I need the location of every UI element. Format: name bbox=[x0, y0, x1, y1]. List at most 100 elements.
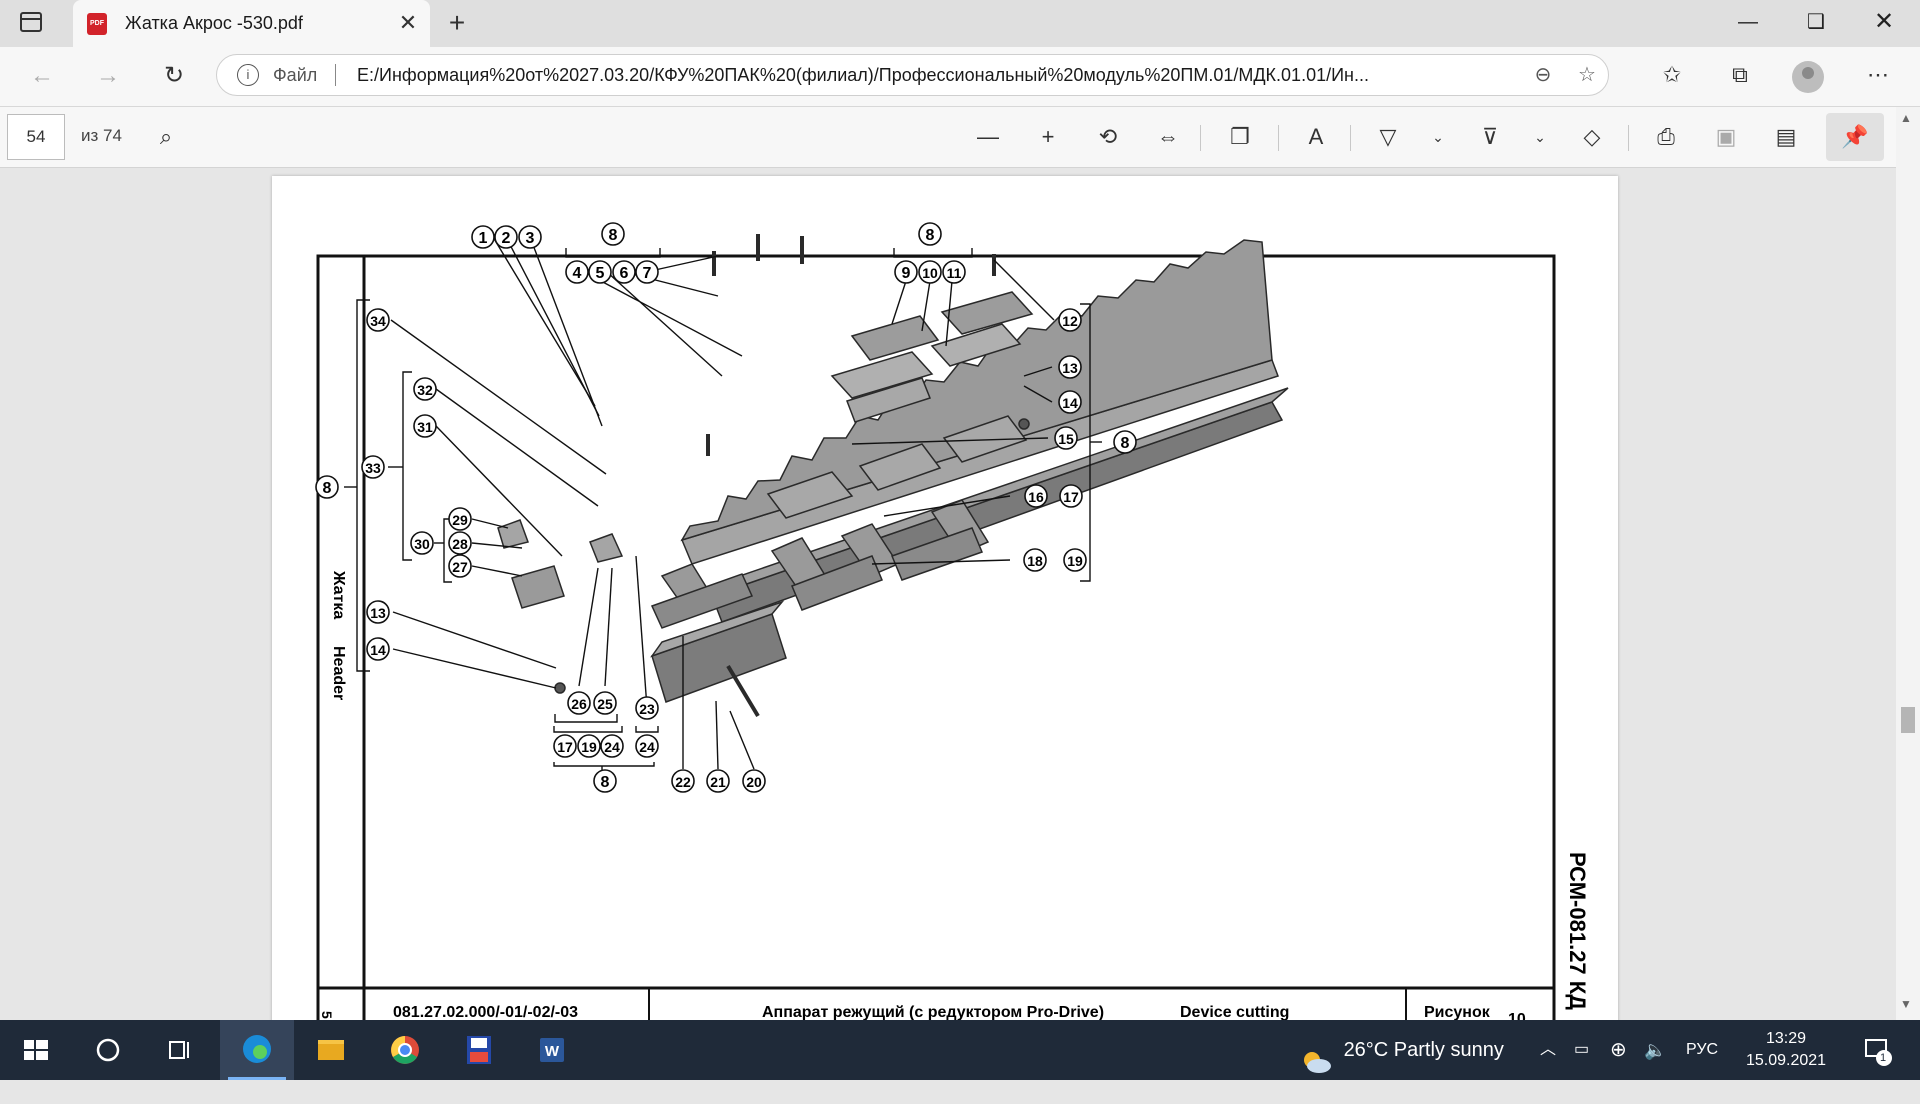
callout-34: 34 bbox=[366, 308, 390, 332]
tab-strip: PDF Жатка Акрос -530.pdf ✕ + — ❑ ✕ bbox=[0, 0, 1920, 47]
cortana-circle-icon bbox=[96, 1038, 120, 1062]
fit-width-icon[interactable]: ⇔ bbox=[1148, 117, 1188, 157]
floppy-taskbar-app[interactable] bbox=[442, 1020, 516, 1080]
scrollbar-thumb[interactable] bbox=[1901, 707, 1915, 733]
close-window-button[interactable]: ✕ bbox=[1852, 0, 1916, 47]
svg-text:34: 34 bbox=[370, 313, 386, 329]
svg-text:5: 5 bbox=[596, 265, 605, 282]
clock-time: 13:29 bbox=[1765, 1030, 1807, 1047]
svg-text:27: 27 bbox=[452, 559, 468, 575]
edge-taskbar-app[interactable] bbox=[220, 1020, 294, 1080]
save-icon[interactable]: ▣ bbox=[1706, 117, 1746, 157]
rotate-icon[interactable]: ⟲ bbox=[1088, 117, 1128, 157]
search-taskbar-button[interactable] bbox=[72, 1020, 146, 1080]
svg-text:8: 8 bbox=[926, 227, 935, 244]
svg-text:14: 14 bbox=[370, 642, 386, 658]
close-tab-icon[interactable]: ✕ bbox=[393, 8, 423, 38]
scroll-up-icon[interactable]: ▲ bbox=[1900, 111, 1912, 125]
svg-text:8: 8 bbox=[323, 480, 332, 497]
collections-icon[interactable]: ⧉ bbox=[1720, 55, 1760, 95]
svg-text:30: 30 bbox=[414, 536, 430, 552]
callout-13a: 13 bbox=[1058, 355, 1082, 379]
svg-text:32: 32 bbox=[417, 382, 433, 398]
print-icon[interactable]: ⎙ bbox=[1646, 117, 1686, 157]
svg-text:W: W bbox=[545, 1043, 560, 1060]
toolbar-divider bbox=[1628, 125, 1629, 151]
more-menu-icon[interactable]: ⋯ bbox=[1858, 55, 1898, 95]
windows-logo-icon bbox=[24, 1040, 48, 1060]
svg-text:9: 9 bbox=[902, 265, 911, 282]
tab-pdf[interactable]: PDF Жатка Акрос -530.pdf ✕ bbox=[73, 0, 430, 47]
address-bar[interactable]: i Файл E:/Информация%20от%2027.03.20/КФУ… bbox=[216, 54, 1609, 96]
draw-icon[interactable]: ▽ bbox=[1368, 117, 1408, 157]
notification-center-button[interactable]: 1 bbox=[1856, 1020, 1900, 1080]
network-globe-icon[interactable]: ⊕ bbox=[1610, 1020, 1627, 1080]
vertical-scrollbar[interactable]: ▲ ▼ bbox=[1896, 107, 1920, 1020]
save-as-icon[interactable]: ▤ bbox=[1766, 117, 1806, 157]
back-button[interactable]: ← bbox=[20, 47, 64, 105]
svg-text:21: 21 bbox=[710, 774, 726, 790]
page-view-icon[interactable]: ❐ bbox=[1220, 117, 1260, 157]
callout-12: 12 bbox=[1058, 308, 1082, 332]
show-hidden-icons-chevron-icon[interactable]: ︿ bbox=[1540, 1020, 1556, 1080]
highlight-options-chevron-icon[interactable]: ⌄ bbox=[1520, 117, 1560, 157]
sheet-corner: 5 bbox=[319, 1011, 335, 1019]
page-number-input[interactable]: 54 bbox=[7, 114, 65, 160]
read-aloud-icon[interactable]: A bbox=[1296, 117, 1336, 157]
address-url[interactable]: E:/Информация%20от%2027.03.20/КФУ%20ПАК%… bbox=[357, 65, 1507, 86]
callout-8c: 8 bbox=[1113, 430, 1137, 454]
pin-toolbar-icon[interactable]: 📌 bbox=[1826, 113, 1884, 161]
svg-text:2: 2 bbox=[502, 230, 511, 247]
page-count: из 74 bbox=[81, 126, 122, 145]
zoom-in-button[interactable]: + bbox=[1028, 117, 1068, 157]
svg-text:4: 4 bbox=[573, 265, 582, 282]
navigation-bar: ← → ↻ i Файл E:/Информация%20от%2027.03.… bbox=[0, 47, 1920, 107]
callout-11: 11 bbox=[942, 260, 966, 284]
refresh-button[interactable]: ↻ bbox=[152, 47, 196, 105]
svg-text:8: 8 bbox=[609, 227, 618, 244]
svg-text:11: 11 bbox=[947, 265, 962, 281]
plate-top-1 bbox=[850, 315, 940, 361]
chrome-taskbar-app[interactable] bbox=[368, 1020, 442, 1080]
callout-24a: 24 bbox=[600, 734, 624, 758]
pdf-page: Жатка Header РСМ-081.27 КД 5 081.27.02.0… bbox=[272, 176, 1618, 1038]
add-favorite-icon[interactable]: ☆ bbox=[1571, 59, 1603, 91]
profile-avatar[interactable] bbox=[1792, 61, 1824, 93]
floppy-disk-icon bbox=[467, 1036, 491, 1064]
callout-26: 26 bbox=[567, 691, 591, 715]
svg-text:1: 1 bbox=[479, 230, 488, 247]
erase-icon[interactable]: ◇ bbox=[1572, 117, 1612, 157]
start-button[interactable] bbox=[0, 1020, 74, 1080]
svg-text:31: 31 bbox=[417, 419, 433, 435]
svg-text:17: 17 bbox=[557, 739, 573, 755]
explorer-taskbar-app[interactable] bbox=[294, 1020, 368, 1080]
zoom-out-icon[interactable]: ⊖ bbox=[1527, 59, 1559, 91]
highlight-icon[interactable]: ⊽ bbox=[1470, 117, 1510, 157]
tab-actions-icon[interactable] bbox=[20, 12, 42, 32]
minimize-button[interactable]: — bbox=[1716, 0, 1780, 47]
scroll-down-icon[interactable]: ▼ bbox=[1900, 997, 1912, 1011]
volume-icon[interactable]: 🔈 bbox=[1644, 1020, 1666, 1080]
info-icon[interactable]: i bbox=[237, 64, 259, 86]
clock[interactable]: 13:29 15.09.2021 bbox=[1742, 1028, 1830, 1072]
word-taskbar-app[interactable]: W bbox=[516, 1020, 590, 1080]
svg-text:24: 24 bbox=[639, 739, 655, 755]
new-tab-button[interactable]: + bbox=[440, 8, 474, 40]
svg-text:23: 23 bbox=[639, 701, 655, 717]
draw-options-chevron-icon[interactable]: ⌄ bbox=[1418, 117, 1458, 157]
notification-icon bbox=[1865, 1039, 1892, 1066]
weather-widget[interactable]: 26°C Partly sunny bbox=[1300, 1020, 1520, 1080]
task-view-button[interactable] bbox=[144, 1020, 218, 1080]
favorites-icon[interactable]: ✩ bbox=[1652, 55, 1692, 95]
forward-button[interactable]: → bbox=[86, 47, 130, 105]
side-label-ru: Жатка bbox=[330, 570, 347, 619]
svg-text:15: 15 bbox=[1058, 431, 1074, 447]
pdf-file-icon: PDF bbox=[87, 13, 107, 35]
maximize-button[interactable]: ❑ bbox=[1784, 0, 1848, 47]
battery-icon[interactable]: ▭ bbox=[1574, 1020, 1589, 1080]
pdf-toolbar: 54 из 74 ⌕ — + ⟲ ⇔ ❐ A ▽ ⌄ ⊽ ⌄ ◇ ⎙ ▣ ▤ 📌 bbox=[0, 107, 1920, 168]
search-icon[interactable]: ⌕ bbox=[146, 117, 186, 157]
svg-text:13: 13 bbox=[1062, 360, 1078, 376]
language-indicator[interactable]: РУС bbox=[1686, 1020, 1718, 1080]
zoom-out-button[interactable]: — bbox=[968, 117, 1008, 157]
